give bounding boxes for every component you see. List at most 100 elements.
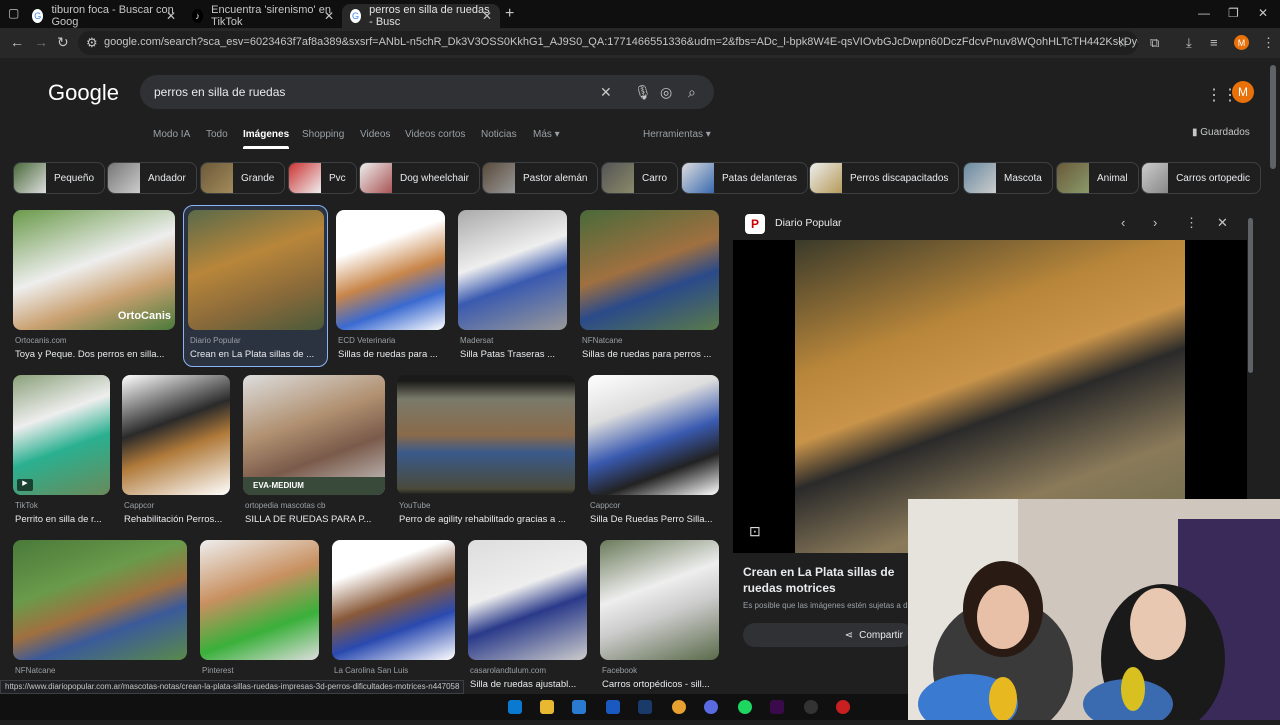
close-window-icon[interactable]: ✕ (1258, 6, 1268, 20)
edge-icon[interactable] (508, 700, 522, 714)
chip-perros-discapacitados[interactable]: Perros discapacitados (809, 162, 960, 194)
result-title: Carros ortopédicos - sill... (602, 679, 710, 690)
panel-scrollbar[interactable] (1248, 218, 1253, 373)
tiktok-favicon-icon: ♪ (192, 9, 204, 23)
chip-dog-wheelchair[interactable]: Dog wheelchair (359, 162, 480, 194)
tab-imagenes[interactable]: Imágenes (243, 129, 290, 149)
tab-title: Encuentra 'sirenismo' en TikTok (211, 4, 331, 28)
share-button[interactable]: ⋖ Compartir (743, 623, 913, 647)
back-icon[interactable]: ← (10, 34, 24, 50)
chip-andador[interactable]: Andador (107, 162, 197, 194)
app-icon[interactable] (836, 700, 850, 714)
tab-modo-ia[interactable]: Modo IA (153, 129, 190, 140)
chrome-icon[interactable] (672, 700, 686, 714)
chip-thumbnail (602, 163, 634, 193)
close-tab-icon[interactable]: ✕ (482, 9, 492, 23)
account-avatar[interactable]: M (1232, 81, 1254, 103)
chip-carro[interactable]: Carro (601, 162, 679, 194)
result-image: ▶ (13, 375, 110, 495)
panel-source[interactable]: Diario Popular (775, 217, 842, 229)
mail-icon[interactable] (606, 700, 620, 714)
close-tab-icon[interactable]: ✕ (324, 9, 334, 23)
page-scrollbar[interactable] (1270, 65, 1276, 169)
panel-title[interactable]: Crean en La Plata sillas de ruedas motri… (743, 564, 913, 596)
chip-label: Andador (148, 172, 186, 184)
forward-icon[interactable]: → (34, 34, 48, 50)
chip-label: Grande (241, 172, 275, 184)
minimize-icon[interactable]: — (1198, 6, 1210, 20)
reload-icon[interactable]: ↻ (57, 34, 69, 51)
more-options-icon[interactable]: ⋮ (1185, 215, 1198, 231)
new-tab-icon[interactable]: + (505, 5, 514, 23)
restore-icon[interactable]: ❐ (1228, 6, 1239, 20)
result-source: Cappcor (124, 501, 155, 510)
google-logo[interactable]: Google (48, 80, 119, 106)
tab-videos-cortos[interactable]: Videos cortos (405, 129, 465, 140)
result-image (332, 540, 455, 660)
next-icon[interactable]: › (1153, 215, 1157, 230)
chip-pastor-aleman[interactable]: Pastor alemán (482, 162, 599, 194)
premiere-icon[interactable] (770, 700, 784, 714)
result-image (13, 540, 187, 660)
browser-tab-1[interactable]: G tiburon foca - Buscar con Goog ✕ (24, 4, 184, 28)
search-icon[interactable]: ⌕ (688, 84, 696, 101)
chip-thumbnail (964, 163, 996, 193)
previous-icon[interactable]: ‹ (1121, 215, 1125, 230)
tab-menu-icon[interactable]: ▢ (8, 6, 19, 20)
chip-pvc[interactable]: Pvc (288, 162, 357, 194)
result-source: La Carolina San Luis (334, 666, 409, 675)
voice-search-icon[interactable]: 🎙 (634, 84, 652, 101)
steam-icon[interactable] (638, 700, 652, 714)
chip-label: Patas delanteras (722, 172, 798, 184)
browser-tab-2[interactable]: ♪ Encuentra 'sirenismo' en TikTok ✕ (184, 4, 342, 28)
clear-icon[interactable]: ✕ (600, 84, 612, 101)
diario-popular-logo-icon: P (745, 214, 765, 234)
close-icon[interactable]: ✕ (1217, 215, 1228, 231)
watermark-text: OrtoCanis (117, 310, 171, 322)
result-image (336, 210, 445, 330)
extensions-icon[interactable]: ⧉ (1150, 35, 1159, 51)
result-image (122, 375, 230, 495)
tab-shopping[interactable]: Shopping (302, 129, 344, 140)
result-image (458, 210, 567, 330)
discord-icon[interactable] (704, 700, 718, 714)
chip-grande[interactable]: Grande (200, 162, 286, 194)
result-title: SILLA DE RUEDAS PARA P... (245, 514, 372, 525)
lens-icon[interactable]: ◎ (660, 84, 672, 101)
spotify-icon[interactable] (738, 700, 752, 714)
result-source: Pinterest (202, 666, 234, 675)
chip-label: Carro (642, 172, 668, 184)
chip-thumbnail (360, 163, 392, 193)
video-play-icon: ▶ (17, 479, 33, 491)
chip-mascota[interactable]: Mascota (963, 162, 1053, 194)
chip-patas-delanteras[interactable]: Patas delanteras (681, 162, 809, 194)
close-tab-icon[interactable]: ✕ (166, 9, 176, 23)
lens-search-icon[interactable]: ⊡ (749, 523, 761, 540)
chip-carros-ortopedicos[interactable]: Carros ortopedic (1141, 162, 1261, 194)
tools-button[interactable]: Herramientas ▾ (643, 129, 711, 140)
tab-noticias[interactable]: Noticias (481, 129, 517, 140)
bookmark-star-icon[interactable]: ☆ (1117, 35, 1129, 51)
url-text: google.com/search?sca_esv=6023463f7af8a3… (104, 36, 1138, 48)
download-icon[interactable]: ⤓ (1186, 35, 1192, 51)
chip-thumbnail (1057, 163, 1089, 193)
tab-videos[interactable]: Videos (360, 129, 390, 140)
chip-label: Dog wheelchair (400, 172, 469, 184)
file-explorer-icon[interactable] (540, 700, 554, 714)
tab-mas[interactable]: Más ▾ (533, 129, 560, 140)
obs-icon[interactable] (804, 700, 818, 714)
chip-pequeno[interactable]: Pequeño (13, 162, 106, 194)
site-info-icon[interactable]: ⚙ (86, 35, 98, 51)
result-source: Facebook (602, 666, 638, 675)
chip-animal[interactable]: Animal (1056, 162, 1139, 194)
url-bar[interactable]: google.com/search?sca_esv=6023463f7af8a3… (78, 31, 1138, 55)
store-icon[interactable] (572, 700, 586, 714)
media-icon[interactable]: ≡ (1210, 35, 1218, 50)
browser-menu-icon[interactable]: ⋮ (1262, 35, 1275, 51)
browser-profile-avatar[interactable]: M (1234, 35, 1249, 50)
search-input[interactable]: perros en silla de ruedas (154, 85, 285, 99)
search-box[interactable]: perros en silla de ruedas ✕ 🎙 ◎ ⌕ (140, 75, 714, 109)
browser-tab-3-active[interactable]: G perros en silla de ruedas - Busc ✕ (342, 4, 500, 28)
tab-todo[interactable]: Todo (206, 129, 228, 140)
saved-button[interactable]: ▮ Guardados (1192, 127, 1250, 138)
